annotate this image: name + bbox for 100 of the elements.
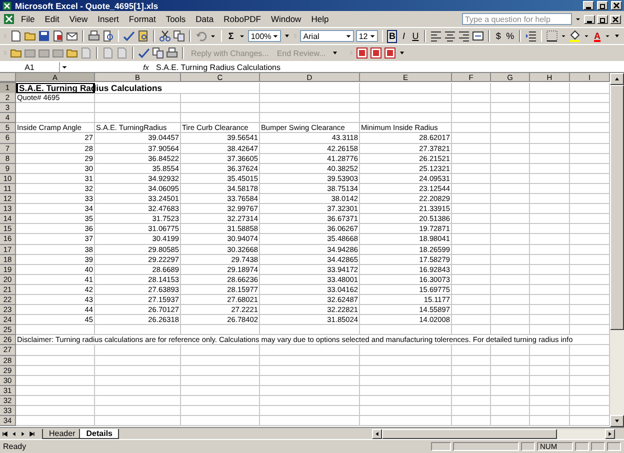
empty-cell[interactable] [530, 416, 570, 426]
empty-cell[interactable] [491, 376, 530, 386]
empty-cell[interactable] [181, 356, 260, 366]
empty-cell[interactable] [491, 113, 530, 124]
empty-cell[interactable] [530, 103, 570, 114]
empty-cell[interactable] [530, 284, 570, 295]
font-size-dropdown[interactable]: 12 [356, 30, 378, 42]
empty-cell[interactable] [181, 396, 260, 406]
spelling-icon[interactable] [123, 30, 136, 42]
empty-cell[interactable] [491, 416, 530, 426]
name-box[interactable]: A1 [0, 62, 60, 72]
autosum-button[interactable]: Σ [226, 30, 236, 42]
empty-cell[interactable] [452, 294, 491, 306]
empty-cell[interactable] [530, 294, 570, 306]
printer-icon[interactable] [166, 47, 178, 59]
empty-cell[interactable] [530, 376, 570, 386]
empty-cell[interactable] [452, 305, 491, 316]
empty-cell[interactable] [530, 366, 570, 376]
menu-item[interactable]: Data [192, 14, 218, 24]
menu-item[interactable]: View [65, 14, 92, 24]
font-dropdown[interactable]: Arial [300, 30, 354, 42]
empty-cell[interactable] [360, 396, 452, 406]
empty-cell[interactable] [530, 133, 570, 144]
empty-cell[interactable] [491, 386, 530, 396]
empty-cell[interactable] [181, 113, 260, 124]
empty-cell[interactable] [452, 416, 491, 426]
empty-cell[interactable] [530, 214, 570, 224]
menu-item[interactable]: Insert [94, 14, 123, 24]
empty-cell[interactable] [491, 133, 530, 144]
empty-cell[interactable] [452, 325, 491, 336]
empty-cell[interactable] [95, 376, 181, 386]
empty-cell[interactable] [260, 376, 360, 386]
empty-cell[interactable] [530, 315, 570, 326]
empty-cell[interactable] [530, 123, 570, 134]
empty-cell[interactable] [452, 194, 491, 204]
empty-cell[interactable] [95, 386, 181, 396]
align-left-icon[interactable] [430, 30, 442, 42]
empty-cell[interactable] [491, 144, 530, 154]
empty-cell[interactable] [95, 406, 181, 416]
empty-cell[interactable] [452, 133, 491, 144]
underline-button[interactable]: U [410, 30, 420, 42]
select-all-button[interactable] [0, 73, 16, 82]
empty-cell[interactable] [491, 103, 530, 114]
empty-cell[interactable] [452, 144, 491, 154]
empty-cell[interactable] [491, 234, 530, 244]
zoom-dropdown[interactable]: 100% [248, 30, 282, 42]
menu-item[interactable]: Format [124, 14, 160, 24]
align-right-icon[interactable] [458, 30, 470, 42]
empty-cell[interactable] [260, 103, 360, 114]
pdf-icon[interactable] [384, 47, 396, 59]
merge-center-icon[interactable] [472, 30, 484, 42]
empty-cell[interactable] [181, 386, 260, 396]
document-icon[interactable] [80, 47, 92, 59]
empty-cell[interactable] [452, 113, 491, 124]
indent-icon[interactable] [524, 30, 537, 42]
empty-cell[interactable] [452, 154, 491, 164]
empty-cell[interactable] [530, 264, 570, 275]
empty-cell[interactable] [491, 345, 530, 356]
empty-cell[interactable] [491, 294, 530, 306]
empty-cell[interactable] [452, 103, 491, 114]
empty-cell[interactable] [491, 325, 530, 336]
empty-cell[interactable] [260, 113, 360, 124]
empty-cell[interactable] [491, 396, 530, 406]
menu-item[interactable]: RoboPDF [220, 14, 265, 24]
empty-cell[interactable] [491, 164, 530, 174]
scroll-up-button[interactable] [610, 73, 624, 85]
empty-cell[interactable] [95, 366, 181, 376]
menu-item[interactable]: Window [266, 14, 306, 24]
research-icon[interactable] [137, 30, 150, 42]
workbook-icon[interactable] [3, 13, 15, 25]
empty-cell[interactable] [360, 406, 452, 416]
print-preview-icon[interactable] [102, 30, 114, 42]
close-button[interactable] [610, 14, 621, 24]
empty-cell[interactable] [452, 214, 491, 224]
empty-cell[interactable] [530, 194, 570, 204]
empty-cell[interactable] [260, 406, 360, 416]
empty-cell[interactable] [452, 386, 491, 396]
empty-cell[interactable] [452, 356, 491, 366]
empty-cell[interactable] [452, 315, 491, 326]
scrollbar-thumb[interactable] [382, 428, 557, 438]
empty-cell[interactable] [452, 254, 491, 265]
empty-cell[interactable] [452, 396, 491, 406]
empty-cell[interactable] [530, 305, 570, 316]
empty-cell[interactable] [530, 154, 570, 164]
menu-item[interactable]: Help [307, 14, 333, 24]
checklist-icon[interactable] [138, 47, 150, 59]
copy-icon[interactable] [152, 47, 164, 59]
copy-icon[interactable] [172, 30, 185, 42]
close-button[interactable] [611, 1, 622, 10]
empty-cell[interactable] [491, 123, 530, 134]
empty-cell[interactable] [491, 174, 530, 184]
minimize-button[interactable] [583, 1, 594, 10]
empty-cell[interactable] [95, 325, 181, 336]
empty-cell[interactable] [491, 83, 530, 94]
empty-cell[interactable] [530, 164, 570, 174]
empty-cell[interactable] [491, 214, 530, 224]
excel-icon[interactable] [2, 0, 12, 10]
formula-field[interactable]: S.A.E. Turning Radius Calculations [153, 62, 281, 72]
empty-cell[interactable] [452, 376, 491, 386]
empty-cell[interactable] [530, 93, 570, 104]
